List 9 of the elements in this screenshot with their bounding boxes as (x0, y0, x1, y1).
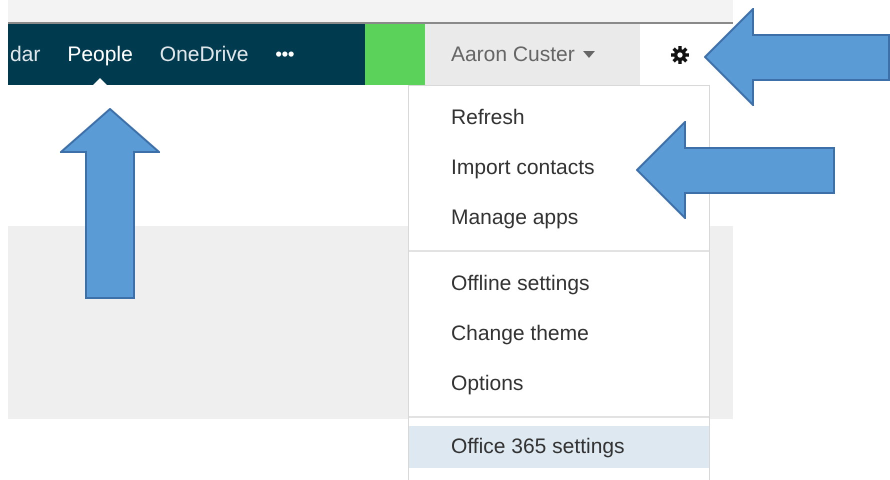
nav-tab[interactable]: People (67, 24, 133, 85)
caret-icon (582, 51, 595, 58)
menu-item[interactable]: Office 365 settings (409, 426, 709, 468)
user-menu-button[interactable]: Aaron Custer (425, 24, 640, 85)
more-button[interactable]: ••• (275, 44, 294, 65)
nav-tab[interactable]: dar (10, 24, 40, 85)
settings-icon (670, 44, 690, 64)
accent-block (365, 24, 425, 85)
nav-tab[interactable]: OneDrive (160, 24, 248, 85)
